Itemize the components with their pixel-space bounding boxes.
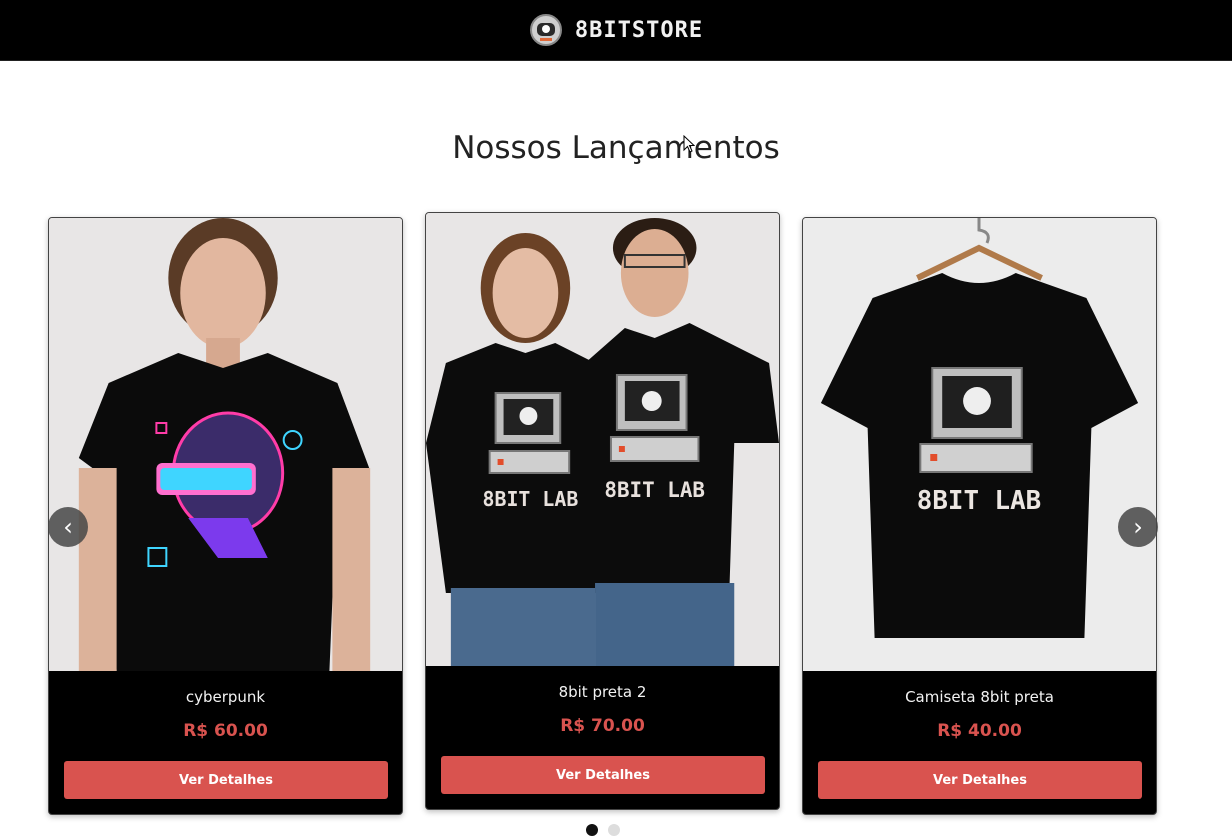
product-image[interactable] (49, 218, 402, 671)
carousel-dot[interactable] (586, 824, 598, 836)
product-card: cyberpunk R$ 60.00 Ver Detalhes (48, 217, 403, 815)
carousel-prev-button[interactable]: ‹ (48, 507, 88, 547)
product-name: Camiseta 8bit preta (905, 688, 1054, 706)
product-price: R$ 70.00 (560, 716, 645, 736)
svg-text:8BIT LAB: 8BIT LAB (604, 478, 705, 502)
product-card: 8BIT LAB Camiseta 8bit preta R$ 40.00 Ve… (802, 217, 1157, 815)
svg-text:8BIT LAB: 8BIT LAB (917, 486, 1041, 516)
logo[interactable]: 8BITSTORE (529, 13, 703, 47)
logo-text: 8BITSTORE (574, 17, 704, 43)
carousel-dots (586, 824, 620, 836)
view-details-button[interactable]: Ver Detalhes (818, 761, 1142, 799)
product-price: R$ 40.00 (937, 721, 1022, 741)
product-image[interactable]: 8BIT LAB 8BIT LAB (426, 213, 779, 666)
product-card: 8BIT LAB 8BIT LAB 8bit preta 2 R$ 70.00 … (425, 212, 780, 810)
svg-text:8BIT LAB: 8BIT LAB (483, 487, 579, 511)
carousel-dot[interactable] (608, 824, 620, 836)
product-name: 8bit preta 2 (558, 683, 647, 701)
product-image[interactable]: 8BIT LAB (803, 218, 1156, 671)
product-name: cyberpunk (185, 688, 266, 706)
product-price: R$ 60.00 (183, 721, 268, 741)
astronaut-helmet-icon (529, 14, 562, 46)
page-title: Nossos Lançamentos (452, 130, 780, 166)
view-details-button[interactable]: Ver Detalhes (441, 756, 765, 794)
view-details-button[interactable]: Ver Detalhes (64, 761, 388, 799)
carousel-next-button[interactable]: › (1118, 507, 1158, 547)
site-header: 8BITSTORE (0, 0, 1232, 61)
mouse-cursor-icon (683, 135, 695, 153)
